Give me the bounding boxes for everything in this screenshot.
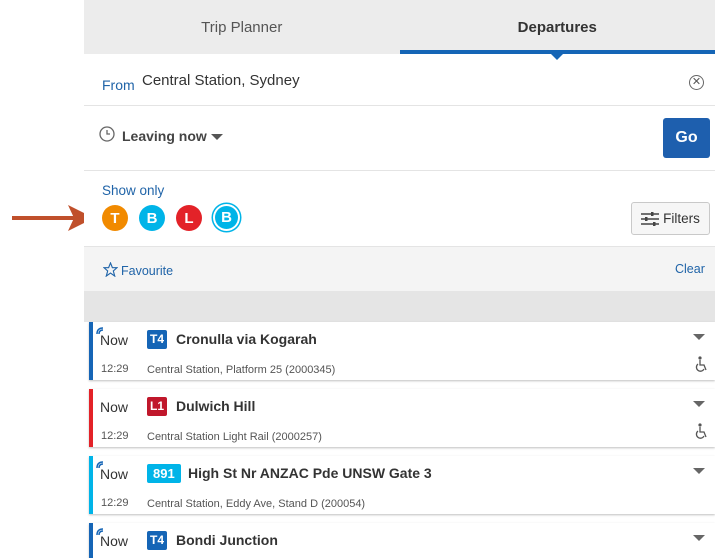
departure-time: 12:29	[101, 430, 129, 442]
go-button[interactable]: Go	[663, 118, 710, 158]
from-row: From ✕	[84, 54, 715, 106]
light-rail-mode-toggle[interactable]: L	[176, 205, 202, 231]
school-bus-mode-toggle[interactable]: B	[215, 206, 238, 229]
train-mode-toggle[interactable]: T	[102, 205, 128, 231]
wheelchair-icon	[695, 423, 707, 439]
chevron-down-icon[interactable]	[693, 468, 705, 474]
departure-time: 12:29	[101, 497, 129, 509]
departure-destination: High St Nr ANZAC Pde UNSW Gate 3	[188, 465, 432, 481]
from-input[interactable]	[142, 72, 642, 89]
departure-destination: Dulwich Hill	[176, 398, 256, 414]
departure-item[interactable]: Now 12:29 L1 Dulwich Hill Central Statio…	[89, 389, 715, 447]
departure-when: Now	[100, 466, 129, 482]
departure-destination: Bondi Junction	[176, 532, 278, 548]
leaving-now-dropdown[interactable]: Leaving now	[122, 128, 207, 144]
chevron-down-icon[interactable]	[693, 334, 705, 340]
route-badge: T4	[147, 531, 168, 550]
bus-mode-toggle[interactable]: B	[139, 205, 165, 231]
chevron-down-icon[interactable]	[693, 401, 705, 407]
star-icon[interactable]	[103, 262, 118, 277]
departure-when: Now	[100, 332, 129, 348]
mode-filter-group: T B L B	[102, 205, 238, 231]
chevron-down-icon[interactable]	[211, 134, 223, 140]
departure-when: Now	[100, 399, 129, 415]
tab-trip-planner[interactable]: Trip Planner	[84, 0, 400, 54]
tab-label: Trip Planner	[201, 18, 283, 36]
departure-stop: Central Station, Platform 25 (2000345)	[147, 364, 336, 376]
filters-label: Filters	[663, 211, 700, 226]
results-header-band	[84, 291, 715, 322]
tab-label: Departures	[517, 18, 597, 36]
clear-link[interactable]: Clear	[675, 262, 705, 276]
departure-stop: Central Station Light Rail (2000257)	[147, 431, 322, 443]
filters-button[interactable]: Filters	[631, 202, 710, 235]
show-only-row: Show only T B L B Filters	[84, 171, 715, 247]
close-circle-icon[interactable]: ✕	[689, 75, 704, 90]
leaving-row: Leaving now Go	[84, 106, 715, 171]
from-label: From	[102, 77, 135, 93]
favourite-link[interactable]: Favourite	[121, 264, 173, 278]
sliders-icon	[641, 211, 660, 226]
favourite-row: Favourite Clear	[84, 247, 715, 291]
departure-when: Now	[100, 533, 129, 549]
tab-bar: Trip Planner Departures	[84, 0, 715, 60]
departure-item[interactable]: Now 12:29 891 High St Nr ANZAC Pde UNSW …	[89, 456, 715, 514]
departure-stop: Central Station, Eddy Ave, Stand D (2000…	[147, 498, 366, 510]
route-badge: L1	[147, 397, 168, 416]
departure-time: 12:29	[101, 363, 129, 375]
route-badge: T4	[147, 330, 168, 349]
departure-item[interactable]: Now T4 Bondi Junction	[89, 523, 715, 558]
departure-destination: Cronulla via Kogarah	[176, 331, 317, 347]
clock-icon	[99, 126, 115, 142]
annotation-arrow-icon	[12, 205, 94, 231]
page: Trip Planner Departures From ✕ Leaving n…	[0, 0, 715, 558]
route-badge: 891	[147, 464, 181, 483]
departures-panel: Trip Planner Departures From ✕ Leaving n…	[84, 0, 715, 558]
show-only-label: Show only	[102, 183, 165, 198]
wheelchair-icon	[695, 356, 707, 372]
chevron-down-icon[interactable]	[693, 535, 705, 541]
departure-item[interactable]: Now 12:29 T4 Cronulla via Kogarah Centra…	[89, 322, 715, 380]
tab-departures[interactable]: Departures	[399, 0, 715, 60]
